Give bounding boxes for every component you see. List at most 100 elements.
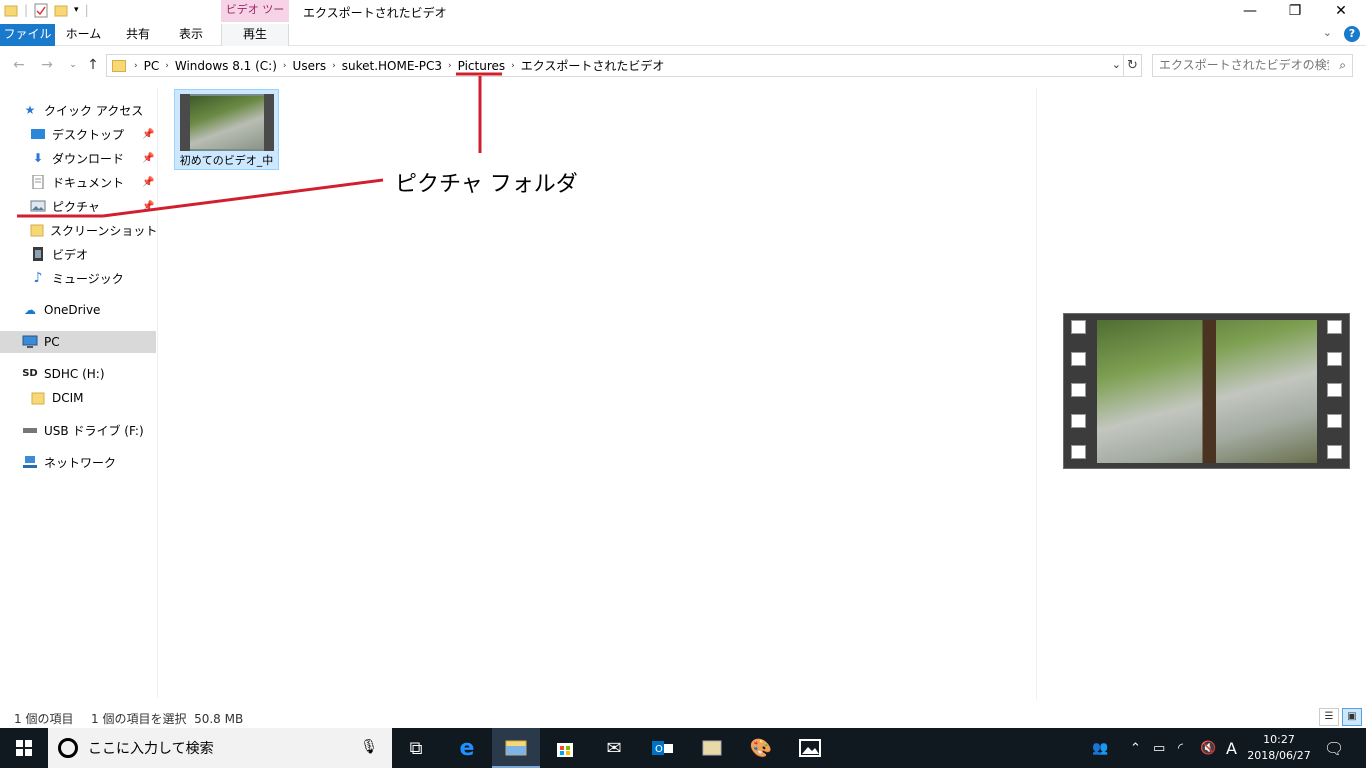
up-button[interactable]: ↑	[84, 56, 102, 74]
nav-music[interactable]: ♪ ミュージック	[30, 267, 156, 289]
video-thumbnail	[180, 94, 274, 151]
star-icon: ★	[24, 103, 36, 117]
details-view-button[interactable]: ☰	[1319, 708, 1339, 726]
quick-access-toolbar: | ▾ |	[0, 2, 89, 18]
network-icon	[22, 455, 38, 469]
nav-pc[interactable]: PC	[0, 331, 156, 353]
video-tools-tab-group: ビデオ ツール	[221, 0, 289, 36]
folder-icon[interactable]	[4, 2, 18, 18]
nav-quick-access[interactable]: ★ クイック アクセス	[22, 99, 178, 121]
nav-downloads[interactable]: ⬇ ダウンロード 📌	[30, 147, 156, 169]
breadcrumb-pc[interactable]: PC	[140, 59, 164, 73]
minimize-button[interactable]: —	[1227, 0, 1273, 24]
selection-info: 1 個の項目を選択 50.8 MB	[91, 712, 244, 726]
file-explorer-icon[interactable]	[492, 728, 540, 768]
pin-icon[interactable]: 📌	[142, 201, 154, 212]
store-icon[interactable]	[541, 728, 589, 768]
tab-home[interactable]: ホーム	[55, 24, 112, 46]
help-icon[interactable]: ?	[1344, 26, 1360, 42]
back-button[interactable]: ←	[10, 56, 28, 74]
restore-button[interactable]: ❐	[1272, 0, 1318, 24]
file-item[interactable]: 初めてのビデオ_中	[174, 89, 279, 170]
tab-play[interactable]: 再生	[221, 24, 289, 46]
nav-network[interactable]: ネットワーク	[22, 451, 156, 473]
download-icon: ⬇	[32, 151, 44, 165]
properties-icon[interactable]	[34, 2, 48, 18]
pictures-icon	[30, 199, 46, 213]
expand-ribbon-icon[interactable]: ⌄	[1323, 26, 1332, 42]
search-icon[interactable]: ⌕	[1339, 58, 1346, 73]
breadcrumb-users[interactable]: Users	[289, 59, 331, 73]
breadcrumb-current[interactable]: エクスポートされたビデオ	[517, 57, 669, 74]
large-icons-view-button[interactable]: ▣	[1342, 708, 1362, 726]
breadcrumb-pictures[interactable]: Pictures	[454, 59, 510, 73]
qat-dropdown-icon[interactable]: ▾	[74, 5, 79, 15]
nav-screenshots[interactable]: スクリーンショット	[30, 219, 157, 241]
nav-desktop[interactable]: デスクトップ 📌	[30, 123, 156, 145]
show-hidden-icons-button[interactable]: ⌃	[1130, 728, 1141, 768]
cortana-icon	[58, 738, 78, 758]
file-list[interactable]	[160, 88, 1036, 700]
preview-image	[1097, 320, 1317, 463]
tab-file[interactable]: ファイル	[0, 24, 55, 46]
address-dropdown-icon[interactable]: ⌄	[1112, 58, 1121, 71]
photos-app-icon[interactable]	[688, 728, 736, 768]
search-input[interactable]	[1159, 55, 1329, 75]
address-bar[interactable]: › PC › Windows 8.1 (C:) › Users › suket.…	[106, 54, 1124, 77]
forward-button[interactable]: →	[38, 56, 56, 74]
taskbar-clock[interactable]: 10:27 2018/06/27	[1244, 732, 1314, 764]
video-preview	[1063, 313, 1350, 469]
document-icon	[30, 174, 46, 190]
task-view-button[interactable]: ⧉	[392, 728, 440, 768]
refresh-button[interactable]: ↻	[1124, 54, 1142, 77]
file-name: 初めてのビデオ_中	[179, 154, 274, 167]
windows-logo-icon	[16, 740, 32, 756]
nav-videos[interactable]: ビデオ	[30, 243, 156, 265]
pc-icon	[22, 335, 38, 349]
sd-card-icon: SD	[22, 368, 38, 379]
volume-muted-icon[interactable]: 🔇	[1200, 728, 1216, 768]
pin-icon[interactable]: 📌	[142, 153, 154, 164]
nav-onedrive[interactable]: ☁ OneDrive	[22, 299, 156, 321]
nav-pictures[interactable]: ピクチャ 📌	[30, 195, 156, 217]
music-icon: ♪	[33, 270, 43, 286]
microphone-icon[interactable]: 🎙	[360, 739, 378, 755]
battery-icon[interactable]: ▭	[1153, 728, 1165, 768]
taskbar: ここに入力して検索 🎙 ⧉ e ✉ O 🎨 👥 ⌃ ▭ ◜ 🔇 A 10:27 …	[0, 728, 1366, 768]
tab-share[interactable]: 共有	[112, 24, 164, 46]
ribbon-right-controls: ⌄ ?	[1323, 26, 1360, 42]
action-center-icon[interactable]: 🗨	[1324, 728, 1344, 768]
taskbar-search[interactable]: ここに入力して検索 🎙	[48, 728, 392, 768]
ime-indicator[interactable]: A	[1226, 728, 1237, 768]
edge-icon[interactable]: e	[443, 728, 491, 768]
outlook-icon[interactable]: O	[639, 728, 687, 768]
wifi-icon[interactable]: ◜	[1178, 728, 1183, 768]
pin-icon[interactable]: 📌	[142, 129, 154, 140]
search-box[interactable]: ⌕	[1152, 54, 1353, 77]
close-button[interactable]: ✕	[1318, 0, 1364, 24]
nav-usb[interactable]: USB ドライブ (F:)	[22, 419, 156, 441]
people-icon[interactable]: 👥	[1092, 728, 1108, 768]
paint-icon[interactable]: 🎨	[737, 728, 785, 768]
navigation-bar: ← → ⌄ ↑ › PC › Windows 8.1 (C:) › Users …	[0, 52, 1366, 78]
nav-sdhc[interactable]: SD SDHC (H:)	[22, 363, 156, 385]
cloud-icon: ☁	[24, 303, 36, 317]
pin-icon[interactable]: 📌	[142, 177, 154, 188]
clock-time: 10:27	[1263, 733, 1295, 746]
breadcrumb-drive[interactable]: Windows 8.1 (C:)	[171, 59, 281, 73]
new-folder-icon[interactable]	[54, 2, 68, 18]
nav-documents[interactable]: ドキュメント 📌	[30, 171, 156, 193]
breadcrumb-user[interactable]: suket.HOME-PC3	[338, 59, 446, 73]
folder-icon	[30, 391, 46, 405]
start-button[interactable]	[0, 728, 48, 768]
recent-locations-icon[interactable]: ⌄	[64, 56, 82, 74]
usb-drive-icon	[22, 423, 38, 437]
photos-icon[interactable]	[786, 728, 834, 768]
item-count: 1 個の項目	[14, 712, 74, 726]
desktop-icon	[30, 127, 46, 141]
mail-icon[interactable]: ✉	[590, 728, 638, 768]
window-title: エクスポートされたビデオ	[303, 6, 447, 20]
nav-dcim[interactable]: DCIM	[30, 387, 156, 409]
ribbon: ファイル ホーム 共有 表示 再生 ⌄ ?	[0, 24, 1366, 46]
tab-view[interactable]: 表示	[164, 24, 218, 46]
